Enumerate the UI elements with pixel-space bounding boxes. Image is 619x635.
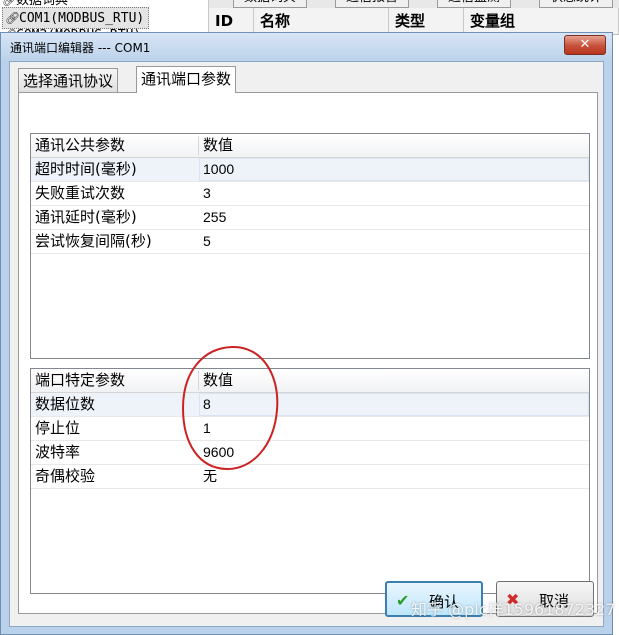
common-params-grid: 通讯公共参数 数值 超时时间(毫秒) 1000 失败重试次数 3 通讯延时(毫秒… bbox=[30, 133, 590, 359]
column-header-param[interactable]: 通讯公共参数 bbox=[35, 134, 125, 157]
tab-select-protocol[interactable]: 选择通讯协议 bbox=[18, 68, 119, 92]
close-button[interactable]: ✕ bbox=[564, 35, 606, 55]
variable-table-header: ID 名称 类型 变量组 bbox=[209, 8, 619, 35]
param-value[interactable]: 9600 bbox=[203, 441, 234, 464]
param-name: 超时时间(毫秒) bbox=[35, 160, 137, 178]
tree-item-label: COM1(MODBUS_RTU) bbox=[19, 11, 145, 26]
param-value[interactable]: 5 bbox=[203, 230, 211, 253]
dialog-client-area: 选择通讯协议 通讯端口参数 通讯公共参数 数值 超时时间(毫秒) 1000 失败… bbox=[9, 61, 604, 627]
tab-port-parameters[interactable]: 通讯端口参数 bbox=[136, 66, 237, 93]
param-value[interactable]: 1000 bbox=[203, 158, 234, 181]
param-value[interactable]: 8 bbox=[203, 393, 211, 416]
port-parameters-panel: 通讯公共参数 数值 超时时间(毫秒) 1000 失败重试次数 3 通讯延时(毫秒… bbox=[18, 92, 598, 614]
param-name: 奇偶校验 bbox=[35, 467, 96, 485]
param-row-data-bits[interactable]: 数据位数 8 bbox=[31, 393, 589, 417]
tab-label: 选择通讯协议 bbox=[23, 72, 114, 90]
watermark-text: 知乎 @plc样15961872327 bbox=[411, 600, 616, 619]
column-header-type[interactable]: 类型 bbox=[389, 8, 464, 34]
grid-header: 端口特定参数 数值 bbox=[31, 369, 589, 393]
param-row-retries[interactable]: 失败重试次数 3 bbox=[31, 182, 589, 206]
column-header-param[interactable]: 端口特定参数 bbox=[35, 369, 125, 392]
param-value[interactable]: 255 bbox=[203, 206, 226, 229]
tab-data-dictionary[interactable]: 数据词典 bbox=[233, 0, 308, 8]
param-value[interactable]: 3 bbox=[203, 182, 211, 205]
column-header-value[interactable]: 数值 bbox=[203, 369, 233, 392]
param-name: 数据位数 bbox=[35, 395, 96, 413]
tab-status[interactable]: 状态统计 bbox=[539, 0, 614, 8]
param-row-delay[interactable]: 通讯延时(毫秒) 255 bbox=[31, 206, 589, 230]
tab-comm-alarm[interactable]: 通信报警 bbox=[335, 0, 410, 8]
column-header-name[interactable]: 名称 bbox=[254, 8, 389, 34]
param-value[interactable]: 无 bbox=[203, 465, 217, 488]
close-icon: ✕ bbox=[579, 37, 591, 52]
port-params-grid: 端口特定参数 数值 数据位数 8 停止位 1 波特率 9600 奇偶校验 无 bbox=[30, 368, 590, 594]
param-row-timeout[interactable]: 超时时间(毫秒) 1000 bbox=[31, 158, 589, 182]
param-value[interactable]: 1 bbox=[203, 417, 211, 440]
param-name: 波特率 bbox=[35, 443, 81, 461]
param-name: 停止位 bbox=[35, 419, 81, 437]
param-name: 尝试恢复间隔(秒) bbox=[35, 232, 152, 250]
column-header-group[interactable]: 变量组 bbox=[464, 8, 619, 34]
tab-label: 通讯端口参数 bbox=[141, 70, 232, 88]
param-name: 失败重试次数 bbox=[35, 184, 126, 202]
tab-comm-monitor[interactable]: 通信监测 bbox=[437, 0, 512, 8]
dialog-titlebar[interactable]: 通讯端口编辑器 --- COM1 ✕ bbox=[1, 33, 612, 61]
column-header-id[interactable]: ID bbox=[209, 8, 254, 34]
grid-header: 通讯公共参数 数值 bbox=[31, 134, 589, 158]
param-name: 通讯延时(毫秒) bbox=[35, 208, 137, 226]
dialog-title: 通讯端口编辑器 --- COM1 bbox=[10, 41, 151, 55]
checkmark-icon: ✔ bbox=[396, 591, 410, 610]
column-header-value[interactable]: 数值 bbox=[203, 134, 233, 157]
port-editor-dialog: 通讯端口编辑器 --- COM1 ✕ 选择通讯协议 通讯端口参数 通讯公共参数 … bbox=[0, 32, 613, 635]
param-row-parity[interactable]: 奇偶校验 无 bbox=[31, 465, 589, 489]
param-row-recover-interval[interactable]: 尝试恢复间隔(秒) 5 bbox=[31, 230, 589, 254]
param-row-baud-rate[interactable]: 波特率 9600 bbox=[31, 441, 589, 465]
param-row-stop-bits[interactable]: 停止位 1 bbox=[31, 417, 589, 441]
